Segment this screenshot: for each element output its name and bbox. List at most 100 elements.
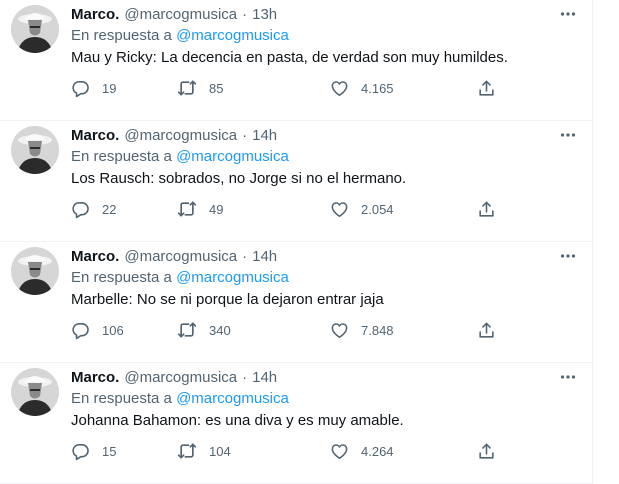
reply-mention-link[interactable]: @marcogmusica (176, 269, 289, 286)
user-handle[interactable]: @marcogmusica (124, 247, 237, 267)
heart-icon (330, 200, 349, 219)
like-count: 4.165 (361, 80, 394, 96)
avatar[interactable] (11, 126, 59, 174)
display-name[interactable]: Marco. (71, 247, 119, 267)
avatar[interactable] (11, 368, 59, 416)
share-icon (477, 200, 496, 219)
reply-prefix: En respuesta a (71, 390, 172, 407)
reply-context: En respuesta a @marcogmusica (71, 268, 289, 288)
share-icon (477, 442, 496, 461)
reply-mention-link[interactable]: @marcogmusica (176, 148, 289, 165)
separator-dot: · (242, 369, 248, 386)
separator-dot: · (242, 248, 248, 265)
user-handle[interactable]: @marcogmusica (124, 5, 237, 25)
retweet-count: 49 (209, 201, 224, 217)
heart-icon (330, 321, 349, 340)
reply-icon (71, 79, 90, 98)
reply-icon (71, 200, 90, 219)
tweet-header: Marco. @marcogmusica · 14h (71, 368, 277, 388)
heart-icon (330, 442, 349, 461)
share-button[interactable] (477, 318, 496, 342)
reply-prefix: En respuesta a (71, 269, 172, 286)
action-bar: 22 49 2.054 (71, 197, 501, 221)
timestamp[interactable]: 14h (252, 247, 277, 267)
reply-count: 106 (102, 322, 124, 338)
reply-button[interactable]: 106 (71, 318, 124, 342)
like-button[interactable]: 4.165 (330, 76, 394, 100)
tweet[interactable]: Marco. @marcogmusica · 14h En respuesta … (0, 121, 593, 242)
display-name[interactable]: Marco. (71, 368, 119, 388)
display-name[interactable]: Marco. (71, 5, 119, 25)
reply-button[interactable]: 15 (71, 439, 116, 463)
reply-context: En respuesta a @marcogmusica (71, 389, 289, 409)
like-button[interactable]: 4.264 (330, 439, 394, 463)
user-handle[interactable]: @marcogmusica (124, 368, 237, 388)
timestamp[interactable]: 14h (252, 368, 277, 388)
reply-count: 22 (102, 201, 117, 217)
more-horizontal-icon (559, 368, 577, 386)
retweet-button[interactable]: 49 (177, 197, 223, 221)
tweet-header: Marco. @marcogmusica · 13h (71, 5, 277, 25)
reply-prefix: En respuesta a (71, 148, 172, 165)
share-button[interactable] (477, 76, 496, 100)
retweet-icon (177, 441, 197, 461)
tweet-text: Los Rausch: sobrados, no Jorge si no el … (71, 170, 407, 187)
reply-button[interactable]: 19 (71, 76, 116, 100)
avatar[interactable] (11, 247, 59, 295)
tweet-header: Marco. @marcogmusica · 14h (71, 247, 277, 267)
share-icon (477, 321, 496, 340)
reply-icon (71, 442, 90, 461)
like-count: 4.264 (361, 443, 394, 459)
reply-mention-link[interactable]: @marcogmusica (176, 390, 289, 407)
tweet[interactable]: Marco. @marcogmusica · 14h En respuesta … (0, 242, 593, 363)
reply-count: 15 (102, 443, 117, 459)
tweet-header: Marco. @marcogmusica · 14h (71, 126, 277, 146)
reply-count: 19 (102, 80, 117, 96)
more-horizontal-icon (559, 5, 577, 23)
reply-prefix: En respuesta a (71, 27, 172, 44)
reply-button[interactable]: 22 (71, 197, 116, 221)
tweet[interactable]: Marco. @marcogmusica · 14h En respuesta … (0, 363, 593, 484)
tweet-text: Johanna Bahamon: es una diva y es muy am… (71, 412, 404, 429)
reply-context: En respuesta a @marcogmusica (71, 26, 289, 46)
like-count: 2.054 (361, 201, 394, 217)
timestamp[interactable]: 13h (252, 5, 277, 25)
display-name[interactable]: Marco. (71, 126, 119, 146)
user-handle[interactable]: @marcogmusica (124, 126, 237, 146)
more-horizontal-icon (559, 126, 577, 144)
share-icon (477, 79, 496, 98)
tweet[interactable]: Marco. @marcogmusica · 13h En respuesta … (0, 0, 593, 121)
tweet-text: Marbelle: No se ni porque la dejaron ent… (71, 291, 384, 308)
like-count: 7.848 (361, 322, 394, 338)
tweet-text: Mau y Ricky: La decencia en pasta, de ve… (71, 49, 508, 66)
avatar[interactable] (11, 5, 59, 53)
action-bar: 15 104 4.264 (71, 439, 501, 463)
retweet-button[interactable]: 340 (177, 318, 231, 342)
action-bar: 19 85 4.165 (71, 76, 501, 100)
retweet-button[interactable]: 85 (177, 76, 223, 100)
share-button[interactable] (477, 439, 496, 463)
timeline: Marco. @marcogmusica · 13h En respuesta … (0, 0, 593, 484)
separator-dot: · (242, 6, 248, 23)
retweet-icon (177, 320, 197, 340)
action-bar: 106 340 7.848 (71, 318, 501, 342)
more-options-button[interactable] (556, 4, 580, 24)
retweet-icon (177, 199, 197, 219)
retweet-button[interactable]: 104 (177, 439, 231, 463)
share-button[interactable] (477, 197, 496, 221)
like-button[interactable]: 7.848 (330, 318, 394, 342)
retweet-count: 340 (209, 322, 231, 338)
reply-icon (71, 321, 90, 340)
like-button[interactable]: 2.054 (330, 197, 394, 221)
reply-context: En respuesta a @marcogmusica (71, 147, 289, 167)
retweet-count: 104 (209, 443, 231, 459)
more-options-button[interactable] (556, 367, 580, 387)
more-options-button[interactable] (556, 246, 580, 266)
more-horizontal-icon (559, 247, 577, 265)
timestamp[interactable]: 14h (252, 126, 277, 146)
separator-dot: · (242, 127, 248, 144)
heart-icon (330, 79, 349, 98)
reply-mention-link[interactable]: @marcogmusica (176, 27, 289, 44)
retweet-icon (177, 78, 197, 98)
more-options-button[interactable] (556, 125, 580, 145)
